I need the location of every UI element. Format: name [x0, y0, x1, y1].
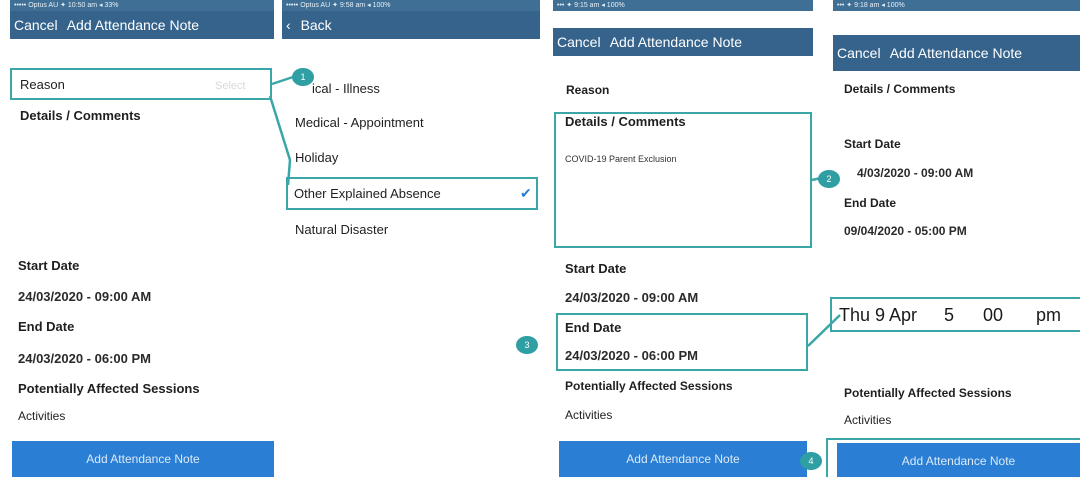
back-label: Back [300, 17, 332, 33]
nav-bar: Cancel Add Attendance Note [833, 35, 1080, 71]
start-date-label: Start Date [18, 258, 80, 273]
nav-bar: ‹ Back [282, 11, 540, 39]
screen-add-note-end-date: ••• ✦ 9:18 am ◂ 100% Cancel Add Attendan… [833, 0, 1080, 477]
add-attendance-note-button[interactable]: Add Attendance Note [12, 441, 274, 477]
status-bar: ••• ✦ 9:15 am ◂ 100% [553, 0, 813, 11]
end-date-value[interactable]: 24/03/2020 - 06:00 PM [18, 351, 151, 366]
nav-title: Add Attendance Note [609, 34, 743, 50]
end-date-label: End Date [844, 196, 897, 210]
start-date-label: Start Date [565, 261, 627, 276]
nav-bar: Cancel Add Attendance Note [10, 11, 274, 39]
start-date-value[interactable]: 24/03/2020 - 09:00 AM [565, 290, 698, 305]
reason-option-medical-appointment[interactable]: Medical - Appointment [295, 115, 424, 130]
reason-option-medical-illness[interactable]: ical - Illness [312, 81, 380, 96]
chevron-left-icon: ‹ [286, 17, 295, 33]
nav-bar: Cancel Add Attendance Note [553, 28, 813, 56]
button-highlight [826, 438, 1080, 477]
step-marker-3: 3 [516, 336, 538, 354]
sessions-label: Potentially Affected Sessions [844, 386, 1012, 400]
start-date-label: Start Date [844, 137, 901, 151]
reason-option-holiday[interactable]: Holiday [295, 150, 338, 165]
picker-highlight [830, 297, 1080, 332]
end-date-highlight [556, 313, 808, 371]
end-date-value[interactable]: 09/04/2020 - 05:00 PM [844, 224, 967, 238]
reason-option-natural-disaster[interactable]: Natural Disaster [295, 222, 388, 237]
sessions-label: Potentially Affected Sessions [565, 379, 733, 393]
back-button[interactable]: ‹ Back [286, 17, 338, 33]
details-label: Details / Comments [20, 108, 141, 123]
sessions-label: Potentially Affected Sessions [18, 381, 200, 396]
step-marker-1: 1 [292, 68, 314, 86]
selected-option-highlight [286, 177, 538, 210]
cancel-button[interactable]: Cancel [837, 45, 881, 61]
status-bar: ••••• Optus AU ✦ 10:50 am ◂ 33% [10, 0, 274, 11]
details-label: Details / Comments [844, 82, 956, 96]
reason-highlight [10, 68, 272, 100]
cancel-button[interactable]: Cancel [14, 17, 58, 33]
nav-title: Add Attendance Note [889, 45, 1023, 61]
add-attendance-note-button[interactable]: Add Attendance Note [559, 441, 807, 477]
status-bar: ••• ✦ 9:18 am ◂ 100% [833, 0, 1080, 11]
details-highlight [554, 112, 812, 248]
start-date-value[interactable]: 24/03/2020 - 09:00 AM [18, 289, 151, 304]
cancel-button[interactable]: Cancel [557, 34, 601, 50]
activities-item[interactable]: Activities [844, 413, 891, 427]
activities-item[interactable]: Activities [565, 408, 612, 422]
step-marker-2: 2 [818, 170, 840, 188]
activities-item[interactable]: Activities [18, 409, 65, 423]
end-date-label: End Date [18, 319, 75, 334]
screen-reason-picker: ••••• Optus AU ✦ 9:58 am ◂ 100% ‹ Back i… [282, 0, 540, 477]
nav-title: Add Attendance Note [66, 17, 200, 33]
reason-label[interactable]: Reason [566, 83, 609, 97]
start-date-value[interactable]: 4/03/2020 - 09:00 AM [857, 166, 973, 180]
status-bar: ••••• Optus AU ✦ 9:58 am ◂ 100% [282, 0, 540, 11]
step-marker-4: 4 [800, 452, 822, 470]
